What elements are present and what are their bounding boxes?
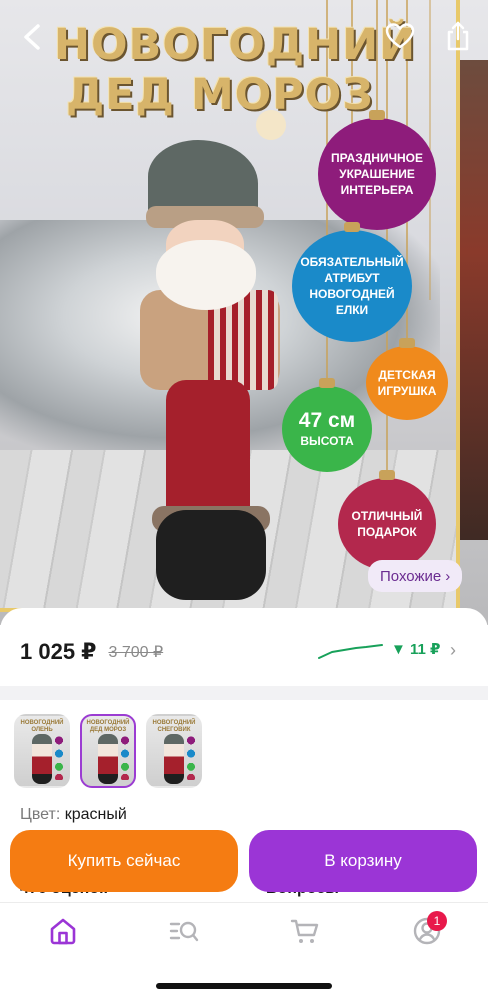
product-image-gallery[interactable]: НОВОГОДНИЙ ДЕД МОРОЗ ПРАЗДНИЧНОЕ УКРАШЕН…	[0, 0, 488, 625]
color-value: красный	[64, 806, 127, 823]
color-label: Цвет:	[20, 806, 61, 823]
catalog-search-icon[interactable]	[169, 916, 199, 946]
similar-label: Похожие	[380, 567, 442, 585]
price-drop-amount[interactable]: ▼ 11 ₽	[391, 640, 440, 658]
santa-figure	[118, 110, 298, 610]
product-image-title: НОВОГОДНИЙ ДЕД МОРОЗ	[54, 20, 416, 120]
home-indicator	[156, 983, 332, 989]
price-history-sparkline-icon[interactable]	[318, 642, 384, 660]
share-icon[interactable]	[444, 20, 472, 52]
similar-products-button[interactable]: Похожие ›	[368, 560, 463, 592]
add-to-cart-button[interactable]: В корзину	[249, 830, 477, 892]
variant-thumbnail-selected[interactable]: НОВОГОДНИЙ ДЕД МОРОЗ	[80, 714, 136, 788]
variant-thumbnail[interactable]: НОВОГОДНИЙ СНЕГОВИК	[146, 714, 202, 788]
feature-ball-height: 47 см ВЫСОТА	[282, 378, 372, 472]
color-selection: Цвет: красный	[20, 806, 127, 824]
buy-now-button[interactable]: Купить сейчас	[10, 830, 238, 892]
feature-ball-decoration: ПРАЗДНИЧНОЕ УКРАШЕНИЕ ИНТЕРЬЕРА	[318, 110, 436, 230]
chevron-right-icon: ›	[445, 567, 451, 585]
variant-thumbnail[interactable]: НОВОГОДНИЙ ОЛЕНЬ	[14, 714, 70, 788]
old-price: 3 700 ₽	[108, 644, 164, 661]
feature-ball-gift: ОТЛИЧНЫЙ ПОДАРОК	[338, 470, 436, 570]
heart-icon[interactable]	[384, 20, 416, 52]
notification-badge: 1	[427, 911, 447, 931]
feature-ball-kids-toy: ДЕТСКАЯ ИГРУШКА	[366, 338, 448, 420]
current-price: 1 025 ₽	[20, 639, 97, 664]
cart-icon[interactable]	[290, 916, 320, 946]
back-arrow-icon[interactable]	[18, 20, 48, 54]
feature-ball-attribute: ОБЯЗАТЕЛЬНЫЙ АТРИБУТ НОВОГОДНЕЙ ЕЛКИ	[292, 222, 412, 342]
section-divider	[0, 686, 488, 700]
next-image-peek	[460, 60, 488, 540]
home-icon[interactable]	[48, 916, 78, 946]
chevron-right-icon[interactable]: ›	[450, 640, 456, 661]
variant-thumbnails: НОВОГОДНИЙ ОЛЕНЬ НОВОГОДНИЙ ДЕД МОРОЗ НО…	[14, 714, 202, 790]
title-line-1: НОВОГОДНИЙ	[54, 20, 417, 70]
